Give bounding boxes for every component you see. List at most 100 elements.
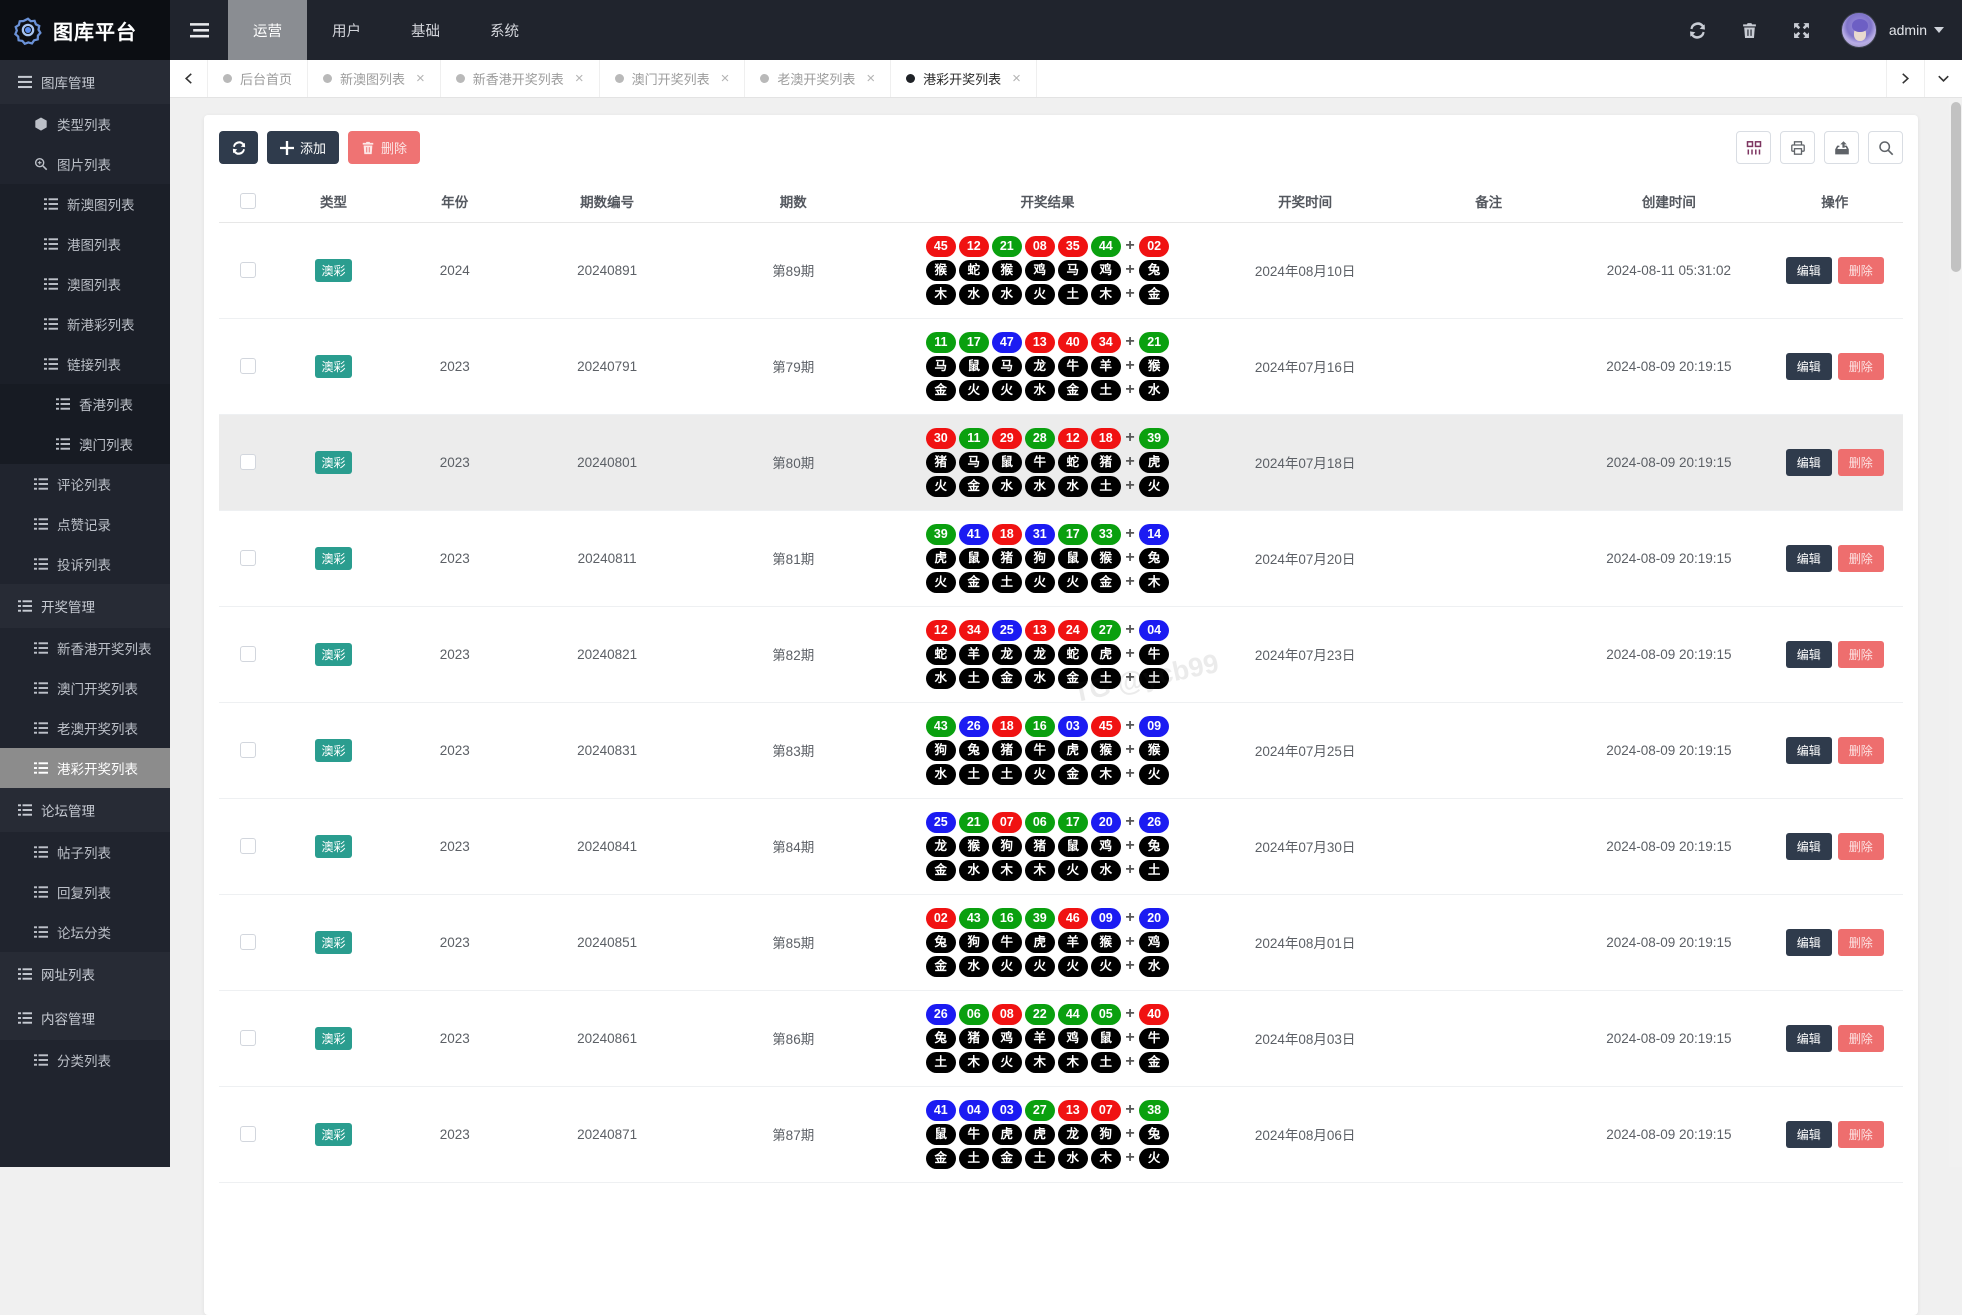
edit-button[interactable]: 编辑: [1785, 736, 1832, 764]
sidebar-item-4[interactable]: 港图列表: [0, 224, 170, 264]
scrollbar-thumb[interactable]: [1950, 102, 1961, 272]
edit-button[interactable]: 编辑: [1785, 1120, 1832, 1148]
tab-close-icon[interactable]: ×: [721, 71, 730, 86]
collapse-sidebar-icon[interactable]: [170, 0, 228, 60]
row-checkbox[interactable]: [239, 454, 256, 471]
sidebar-item-20[interactable]: 回复列表: [0, 872, 170, 912]
avatar[interactable]: [1840, 12, 1877, 48]
tab-2[interactable]: 新香港开奖列表 ×: [440, 60, 600, 97]
delete-row-button[interactable]: 删除: [1837, 1120, 1884, 1148]
delete-row-button[interactable]: 删除: [1837, 736, 1884, 764]
list-icon: [34, 845, 48, 859]
row-checkbox[interactable]: [239, 550, 256, 567]
sidebar-item-13[interactable]: 开奖管理: [0, 584, 170, 628]
tab-0[interactable]: 后台首页: [208, 60, 309, 97]
sidebar-item-9[interactable]: 澳门列表: [0, 424, 170, 464]
sidebar-item-21[interactable]: 论坛分类: [0, 912, 170, 952]
row-checkbox[interactable]: [239, 1126, 256, 1143]
tab-close-icon[interactable]: ×: [575, 71, 584, 86]
cell-issue: 第79期: [695, 318, 891, 415]
delete-row-button[interactable]: 删除: [1837, 1024, 1884, 1052]
refresh-icon[interactable]: [1685, 17, 1711, 43]
tab-3[interactable]: 澳门开奖列表 ×: [599, 60, 746, 97]
add-button[interactable]: 添加: [267, 131, 340, 164]
edit-button[interactable]: 编辑: [1785, 1024, 1832, 1052]
fullscreen-icon[interactable]: [1789, 17, 1815, 43]
edit-button[interactable]: 编辑: [1785, 928, 1832, 956]
edit-button[interactable]: 编辑: [1785, 256, 1832, 284]
sidebar-item-22[interactable]: 网址列表: [0, 952, 170, 996]
cell-created: 2024-08-09 20:19:15: [1571, 798, 1767, 895]
cell-type: 澳彩: [276, 510, 391, 607]
number-line: 12 34 25 13 24 27 +04: [924, 619, 1170, 641]
edit-button[interactable]: 编辑: [1785, 640, 1832, 668]
number-line: 26 06 08 22 44 05 +40: [924, 1003, 1170, 1025]
plus-sign: +: [1125, 261, 1135, 278]
row-checkbox[interactable]: [239, 838, 256, 855]
delete-button[interactable]: 删除: [348, 131, 421, 164]
sidebar-item-12[interactable]: 投诉列表: [0, 544, 170, 584]
sidebar-item-24[interactable]: 分类列表: [0, 1040, 170, 1080]
delete-row-button[interactable]: 删除: [1837, 352, 1884, 380]
printer-icon[interactable]: [1780, 131, 1815, 164]
columns-icon[interactable]: [1736, 131, 1771, 164]
row-checkbox[interactable]: [239, 262, 256, 279]
search-icon[interactable]: [1868, 131, 1903, 164]
nav-item-2[interactable]: 基础: [386, 0, 465, 60]
tab-close-icon[interactable]: ×: [416, 71, 425, 86]
delete-row-button[interactable]: 删除: [1837, 256, 1884, 284]
sidebar-item-15[interactable]: 澳门开奖列表: [0, 668, 170, 708]
sidebar-item-5[interactable]: 澳图列表: [0, 264, 170, 304]
tabs-menu-icon[interactable]: [1924, 60, 1962, 97]
tab-close-icon[interactable]: ×: [1012, 71, 1021, 86]
tab-4[interactable]: 老澳开奖列表 ×: [745, 60, 892, 97]
sidebar-item-8[interactable]: 香港列表: [0, 384, 170, 424]
row-checkbox[interactable]: [239, 934, 256, 951]
edit-button[interactable]: 编辑: [1785, 544, 1832, 572]
delete-row-button[interactable]: 删除: [1837, 832, 1884, 860]
delete-row-button[interactable]: 删除: [1837, 928, 1884, 956]
ball: 火: [991, 1051, 1022, 1073]
edit-button[interactable]: 编辑: [1785, 448, 1832, 476]
row-checkbox[interactable]: [239, 646, 256, 663]
sidebar-item-3[interactable]: 新澳图列表: [0, 184, 170, 224]
nav-item-0[interactable]: 运营: [228, 0, 307, 60]
refresh-button[interactable]: [219, 131, 258, 164]
sidebar-item-19[interactable]: 帖子列表: [0, 832, 170, 872]
tab-5[interactable]: 港彩开奖列表 ×: [891, 60, 1037, 97]
nav-item-1[interactable]: 用户: [307, 0, 386, 60]
export-icon[interactable]: [1824, 131, 1859, 164]
sidebar-item-2[interactable]: 图片列表: [0, 144, 170, 184]
sidebar-item-16[interactable]: 老澳开奖列表: [0, 708, 170, 748]
sidebar-item-1[interactable]: 类型列表: [0, 104, 170, 144]
sidebar-item-11[interactable]: 点赞记录: [0, 504, 170, 544]
special-ball: 土: [1139, 667, 1170, 689]
tab-1[interactable]: 新澳图列表 ×: [308, 60, 441, 97]
row-checkbox[interactable]: [239, 1030, 256, 1047]
edit-button[interactable]: 编辑: [1785, 352, 1832, 380]
row-checkbox[interactable]: [239, 358, 256, 375]
user-menu[interactable]: admin: [1889, 22, 1944, 38]
delete-row-button[interactable]: 删除: [1837, 544, 1884, 572]
row-checkbox[interactable]: [239, 742, 256, 759]
sidebar-item-23[interactable]: 内容管理: [0, 996, 170, 1040]
tabs-scroll-left-icon[interactable]: [170, 60, 208, 97]
ball: 41: [925, 1099, 956, 1121]
ball: 土: [1090, 1051, 1121, 1073]
sidebar-item-6[interactable]: 新港彩列表: [0, 304, 170, 344]
sidebar-item-17[interactable]: 港彩开奖列表: [0, 748, 170, 788]
edit-button[interactable]: 编辑: [1785, 832, 1832, 860]
sidebar-item-18[interactable]: 论坛管理: [0, 788, 170, 832]
sidebar-item-10[interactable]: 评论列表: [0, 464, 170, 504]
sidebar-item-0[interactable]: 图库管理: [0, 60, 170, 104]
tab-close-icon[interactable]: ×: [866, 71, 875, 86]
delete-row-button[interactable]: 删除: [1837, 448, 1884, 476]
select-all-checkbox[interactable]: [239, 192, 256, 209]
delete-row-button[interactable]: 删除: [1837, 640, 1884, 668]
sidebar-item-7[interactable]: 链接列表: [0, 344, 170, 384]
tabs-scroll-right-icon[interactable]: [1886, 60, 1924, 97]
cell-issue-no: 20240861: [518, 990, 696, 1087]
nav-item-3[interactable]: 系统: [465, 0, 544, 60]
sidebar-item-14[interactable]: 新香港开奖列表: [0, 628, 170, 668]
trash-icon[interactable]: [1737, 17, 1763, 43]
